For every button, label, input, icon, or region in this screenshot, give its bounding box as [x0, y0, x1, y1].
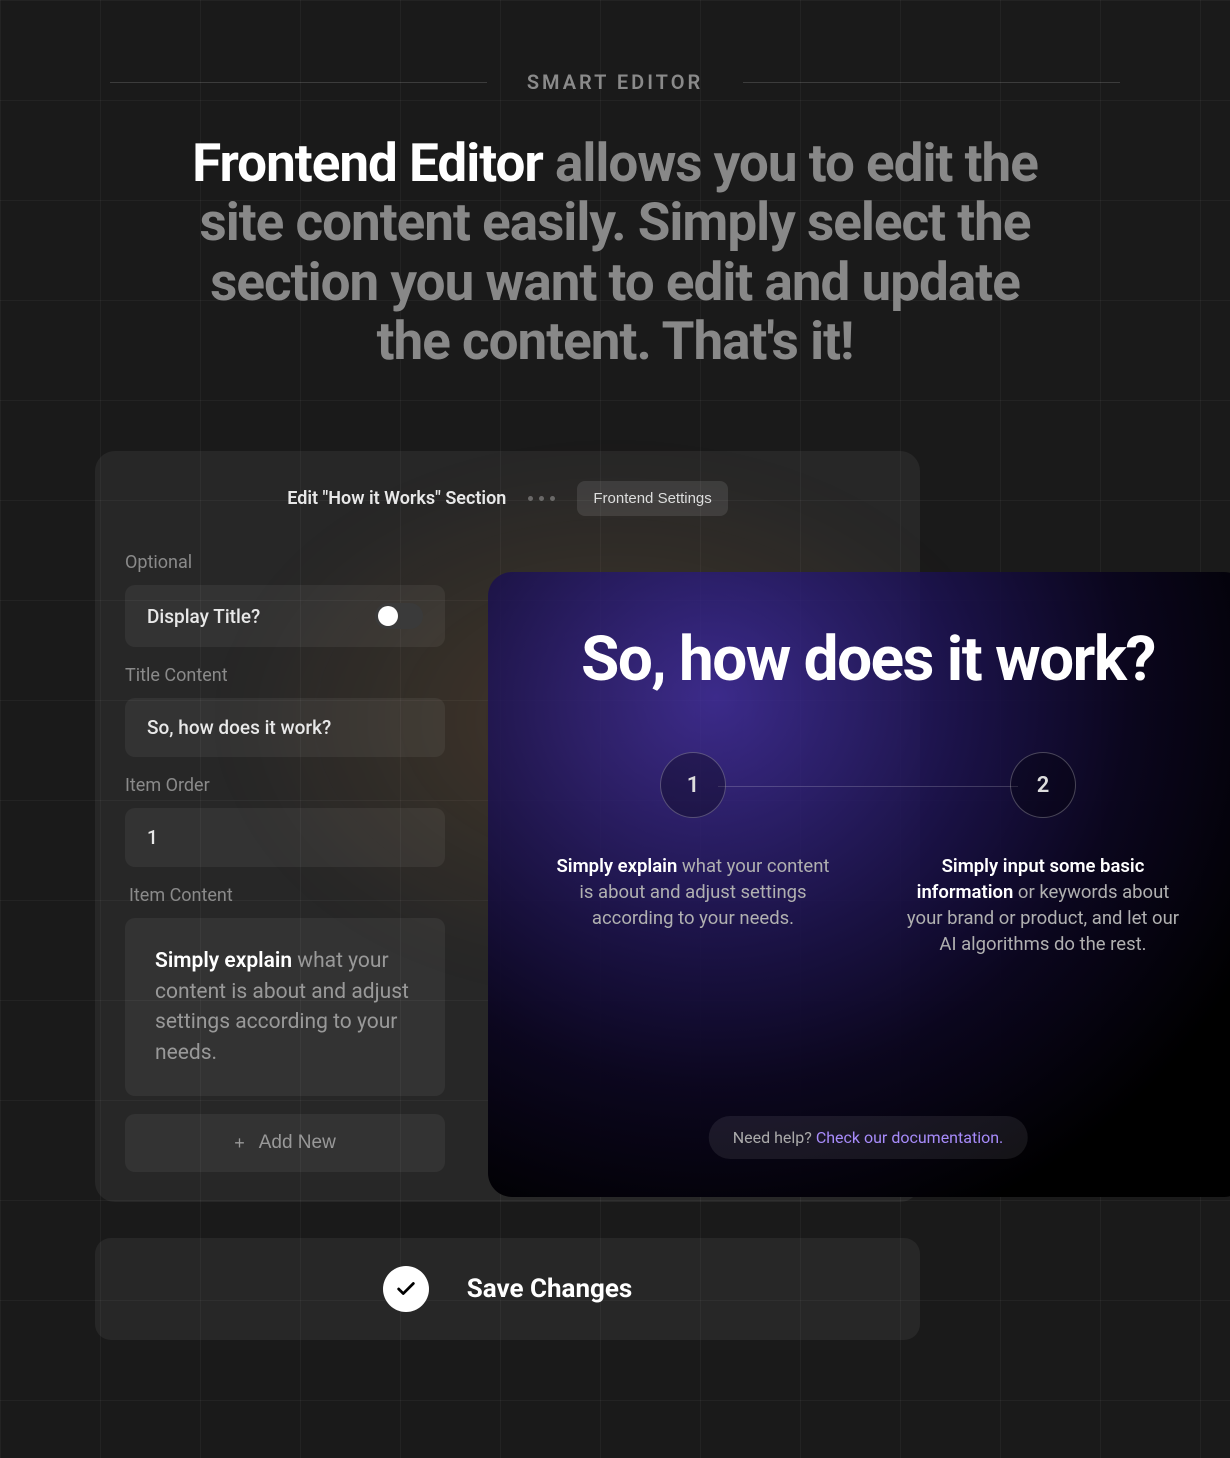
item-content-bold: Simply explain: [155, 949, 292, 973]
headline-bold: Frontend Editor: [192, 132, 543, 194]
title-content-input[interactable]: [147, 716, 423, 739]
divider-line: [743, 82, 1120, 83]
preview-title: So, how does it work?: [488, 627, 1230, 692]
optional-label: Optional: [125, 552, 445, 573]
display-title-label: Display Title?: [147, 605, 260, 628]
title-content-field: [125, 698, 445, 757]
item-order-field: [125, 808, 445, 867]
editor-header: Edit "How it Works" Section Frontend Set…: [125, 481, 890, 516]
step-2: 2 Simply input some basic information or…: [898, 752, 1188, 958]
help-pill: Need help? Check our documentation.: [709, 1116, 1028, 1159]
eyebrow-label: SMART EDITOR: [527, 70, 703, 94]
page-headline: Frontend Editor allows you to edit the s…: [175, 134, 1055, 371]
form-column: Optional Display Title? Title Content It…: [125, 552, 445, 1172]
ellipsis-icon: [528, 496, 555, 501]
help-prefix: Need help?: [733, 1128, 816, 1147]
plus-icon: +: [234, 1133, 245, 1154]
step-text: Simply explain what your content is abou…: [548, 854, 838, 932]
help-link[interactable]: Check our documentation.: [816, 1128, 1003, 1147]
check-icon: [383, 1266, 429, 1312]
step-1: 1 Simply explain what your content is ab…: [548, 752, 838, 958]
eyebrow-row: SMART EDITOR: [110, 70, 1120, 94]
divider-line: [110, 82, 487, 83]
display-title-toggle[interactable]: [375, 603, 423, 629]
item-order-label: Item Order: [125, 775, 445, 796]
display-title-field: Display Title?: [125, 585, 445, 647]
title-content-label: Title Content: [125, 665, 445, 686]
preview-panel: So, how does it work? 1 Simply explain w…: [488, 572, 1230, 1197]
frontend-settings-button[interactable]: Frontend Settings: [577, 481, 727, 516]
save-changes-button[interactable]: Save Changes: [95, 1238, 920, 1340]
step-text: Simply input some basic information or k…: [898, 854, 1188, 958]
item-content-box[interactable]: Simply explain what your content is abou…: [125, 918, 445, 1096]
add-new-button[interactable]: + Add New: [125, 1114, 445, 1172]
step-number: 1: [660, 752, 726, 818]
save-label: Save Changes: [467, 1274, 633, 1304]
step-number: 2: [1010, 752, 1076, 818]
steps-row: 1 Simply explain what your content is ab…: [488, 752, 1230, 958]
item-order-input[interactable]: [147, 826, 423, 849]
item-content-label: Item Content: [129, 885, 445, 906]
section-title: Edit "How it Works" Section: [287, 488, 506, 509]
add-new-label: Add New: [259, 1132, 336, 1154]
toggle-knob: [378, 606, 398, 626]
